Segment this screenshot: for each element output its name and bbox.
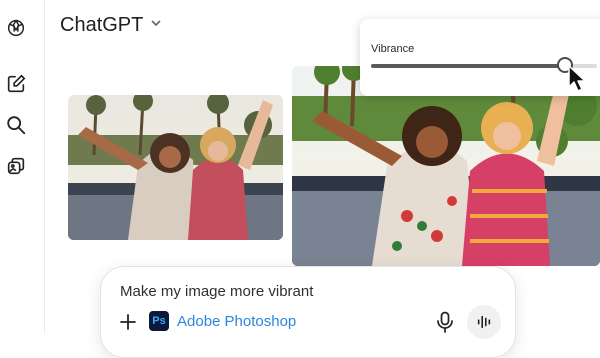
app-name: Adobe Photoshop — [177, 312, 297, 330]
vibrance-panel: Vibrance — [360, 19, 600, 96]
openai-logo-icon[interactable] — [4, 16, 28, 40]
vibrance-label: Vibrance — [371, 43, 415, 55]
sidebar — [0, 0, 45, 334]
vibrance-slider[interactable] — [371, 57, 597, 73]
model-selector[interactable]: ChatGPT — [60, 14, 163, 37]
chevron-down-icon — [149, 16, 163, 35]
vibrance-slider-fill — [371, 64, 566, 68]
waveform-icon — [477, 315, 491, 329]
microphone-icon[interactable] — [435, 311, 455, 333]
edited-image[interactable] — [292, 66, 600, 266]
photoshop-logo-icon: Ps — [149, 311, 169, 331]
prompt-text[interactable]: Make my image more vibrant — [120, 283, 313, 300]
model-name: ChatGPT — [60, 14, 144, 36]
composer: Make my image more vibrant Ps Adobe Phot… — [100, 266, 516, 358]
new-chat-icon[interactable] — [4, 72, 28, 96]
library-icon[interactable] — [4, 154, 28, 178]
app-chip-photoshop[interactable]: Ps Adobe Photoshop — [149, 311, 296, 331]
search-icon[interactable] — [4, 113, 28, 137]
mouse-cursor-icon — [568, 65, 586, 92]
original-image[interactable] — [68, 95, 283, 240]
plus-icon[interactable] — [119, 313, 137, 331]
